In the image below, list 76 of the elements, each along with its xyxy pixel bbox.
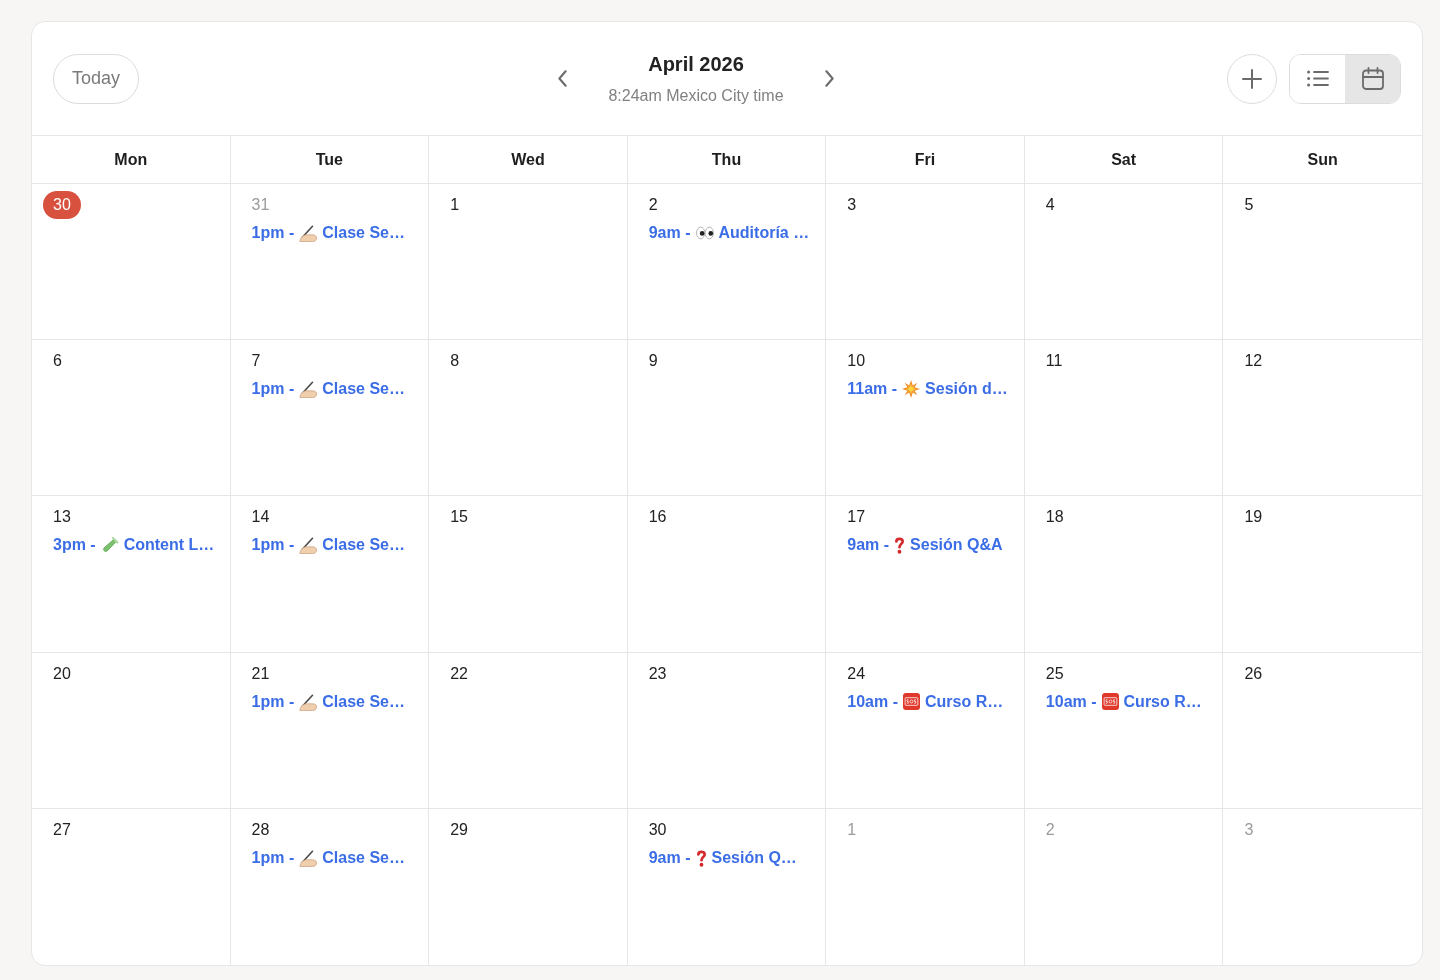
event-link[interactable]: 3pm - Content L… xyxy=(53,535,215,556)
month-title: April 2026 xyxy=(648,51,744,76)
question-mark-icon xyxy=(695,848,707,867)
writing-hand-icon xyxy=(299,380,318,399)
event-link[interactable]: 1pm - Clase Se… xyxy=(251,535,405,556)
calendar-view-button[interactable] xyxy=(1345,54,1400,103)
day-number: 26 xyxy=(1243,663,1264,684)
sos-icon xyxy=(1101,693,1119,711)
day-number: 15 xyxy=(449,507,469,528)
day-number: 28 xyxy=(250,819,271,840)
event-link[interactable]: 9am - Sesión Q… xyxy=(648,847,797,868)
day-number: 2 xyxy=(1044,819,1056,840)
event-link[interactable]: 9am - Auditoría … xyxy=(648,223,810,243)
day-number: 11 xyxy=(1044,351,1064,372)
today-date-badge: 30 xyxy=(43,191,81,219)
event-link[interactable]: 9am - Sesión Q&A xyxy=(847,535,1003,556)
day-number: 1 xyxy=(449,195,461,215)
day-number: 13 xyxy=(52,507,72,528)
day-number: 5 xyxy=(1243,195,1255,215)
day-number: 9 xyxy=(647,351,659,372)
weekday-label: Sat xyxy=(1111,149,1137,170)
day-number: 14 xyxy=(250,507,271,528)
day-number: 24 xyxy=(846,663,867,684)
event-link[interactable]: 1pm - Clase Se… xyxy=(251,223,405,243)
day-number: 18 xyxy=(1044,507,1065,528)
weekday-label: Fri xyxy=(914,149,936,170)
day-number: 7 xyxy=(250,351,262,372)
eyes-icon xyxy=(695,224,714,242)
today-button[interactable]: Today xyxy=(53,53,139,104)
add-event-button[interactable] xyxy=(1227,53,1277,104)
question-mark-icon xyxy=(894,536,906,555)
day-number: 27 xyxy=(52,819,72,840)
day-number: 8 xyxy=(449,351,461,372)
plus-icon xyxy=(1242,68,1262,89)
event-link[interactable]: 1pm - Clase Se… xyxy=(251,379,405,400)
list-icon xyxy=(1306,70,1329,87)
day-number: 20 xyxy=(52,663,72,684)
writing-hand-icon xyxy=(299,536,318,555)
day-number: 4 xyxy=(1044,195,1056,215)
day-number: 1 xyxy=(846,819,858,840)
day-number: 6 xyxy=(52,351,63,372)
day-number: 25 xyxy=(1044,663,1065,684)
writing-hand-icon xyxy=(299,692,318,711)
day-number: 31 xyxy=(250,195,271,215)
writing-hand-icon xyxy=(299,224,318,242)
day-number: 2 xyxy=(647,195,659,215)
test-tube-icon xyxy=(100,536,119,555)
writing-hand-icon xyxy=(299,848,318,867)
day-number: 16 xyxy=(647,507,668,528)
weekday-label: Mon xyxy=(114,149,148,170)
calendar-icon xyxy=(1361,67,1384,90)
day-number: 22 xyxy=(449,663,469,684)
day-number: 21 xyxy=(250,663,271,684)
local-time-label: 8:24am Mexico City time xyxy=(608,85,784,106)
day-number: 17 xyxy=(846,507,867,528)
chevron-left-icon xyxy=(557,70,567,87)
day-number: 10 xyxy=(846,351,867,372)
weekday-label: Thu xyxy=(711,149,742,170)
weekday-label: Sun xyxy=(1307,149,1338,170)
day-number: 30 xyxy=(647,819,668,840)
burst-icon xyxy=(902,380,921,399)
day-number: 29 xyxy=(449,819,469,840)
sos-icon xyxy=(903,693,920,711)
weekday-label: Wed xyxy=(511,149,545,170)
day-number: 12 xyxy=(1243,351,1264,372)
event-link[interactable]: 11am - Sesión d… xyxy=(847,379,1008,400)
day-number: 3 xyxy=(846,195,858,215)
weekday-label: Tue xyxy=(315,149,343,170)
event-link[interactable]: 1pm - Clase Se… xyxy=(251,847,405,868)
event-link[interactable]: 10am - Curso R… xyxy=(847,691,1004,712)
chevron-right-icon xyxy=(825,70,835,87)
day-number: 19 xyxy=(1243,507,1264,528)
event-link[interactable]: 10am - Curso R… xyxy=(1045,691,1202,712)
day-number: 23 xyxy=(647,663,668,684)
event-link[interactable]: 1pm - Clase Se… xyxy=(251,691,405,712)
day-number: 3 xyxy=(1243,819,1255,840)
